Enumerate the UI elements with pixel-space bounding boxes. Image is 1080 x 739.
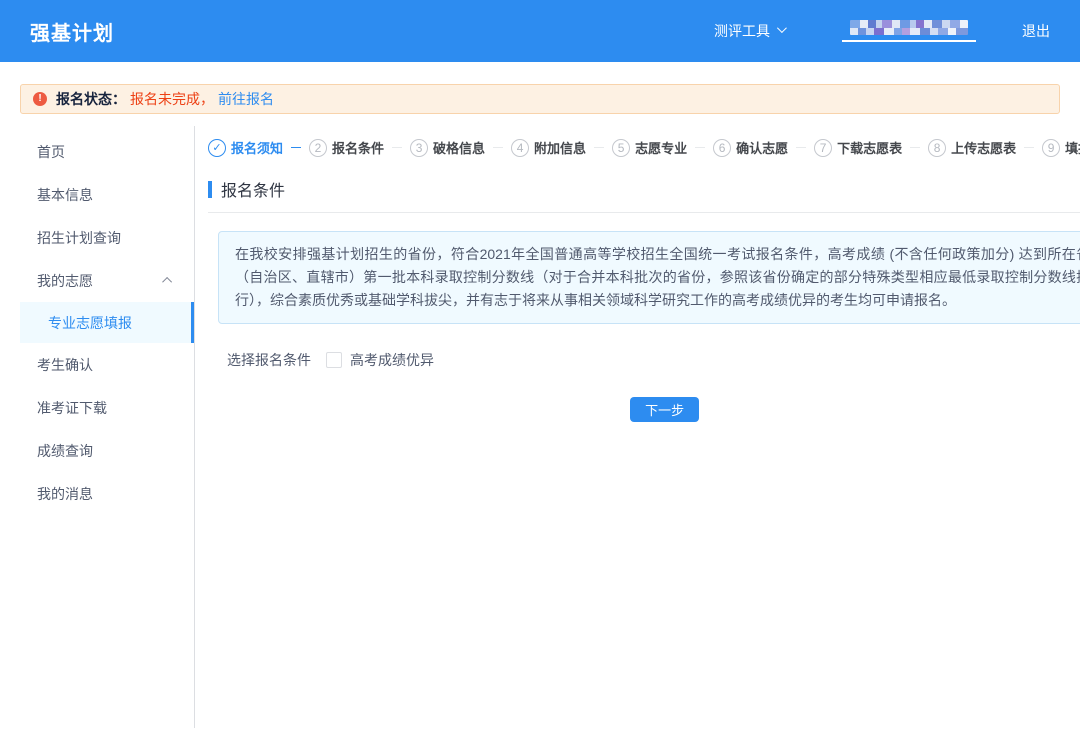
eligibility-notice: 在我校安排强基计划招生的省份，符合2021年全国普通高等学校招生全国统一考试报名… [218, 231, 1080, 324]
condition-select-row: 选择报名条件 高考成绩优异 [227, 350, 1080, 370]
sidebar-item-label: 首页 [37, 142, 65, 162]
alert-status-text: 报名未完成， [130, 89, 214, 109]
gaokao-excellent-label[interactable]: 高考成绩优异 [350, 350, 434, 370]
step-1-notice: ✓ 报名须知 [208, 138, 283, 157]
step-3-exception-info: 3 破格信息 [410, 138, 485, 157]
step-label: 报名须知 [231, 138, 283, 157]
step-number: 7 [814, 139, 832, 157]
sidebar-item-home[interactable]: 首页 [20, 130, 194, 173]
step-number: 8 [928, 139, 946, 157]
sidebar-item-label: 准考证下载 [37, 398, 107, 418]
step-number: 3 [410, 139, 428, 157]
step-2-conditions: 2 报名条件 [309, 138, 384, 157]
chevron-up-icon [162, 277, 172, 287]
step-connector [594, 147, 604, 148]
step-number: 6 [713, 139, 731, 157]
sidebar-item-basic-info[interactable]: 基本信息 [20, 173, 194, 216]
step-label: 志愿专业 [635, 138, 687, 157]
step-label: 确认志愿 [736, 138, 788, 157]
step-number: 9 [1042, 139, 1060, 157]
step-label: 上传志愿表 [951, 138, 1016, 157]
sidebar-item-label: 我的志愿 [37, 271, 93, 291]
step-check-icon: ✓ [208, 139, 226, 157]
chevron-down-icon [777, 23, 787, 33]
app-header: 强基计划 测评工具 退出 [0, 0, 1080, 62]
content-panel: ✓ 报名须知 2 报名条件 3 破格信息 4 附加信息 5 志愿专业 [195, 126, 1080, 728]
condition-select-label: 选择报名条件 [227, 350, 311, 370]
step-label: 报名条件 [332, 138, 384, 157]
step-connector [493, 147, 503, 148]
sidebar-item-label: 考生确认 [37, 355, 93, 375]
sidebar-item-label: 专业志愿填报 [48, 313, 132, 333]
title-accent-bar [208, 181, 212, 198]
tools-dropdown-label: 测评工具 [714, 21, 770, 41]
sidebar-item-admission-plan[interactable]: 招生计划查询 [20, 216, 194, 259]
step-4-additional-info: 4 附加信息 [511, 138, 586, 157]
app-title: 强基计划 [30, 17, 114, 46]
go-register-link[interactable]: 前往报名 [218, 89, 274, 109]
user-name-redacted [850, 20, 968, 35]
sidebar-item-score-query[interactable]: 成绩查询 [20, 429, 194, 472]
sidebar-nav: 首页 基本信息 招生计划查询 我的志愿 专业志愿填报 考生确认 准考证下载 成绩… [20, 126, 195, 728]
page-title: 报名条件 [221, 177, 285, 201]
step-connector [291, 147, 301, 148]
step-label: 下载志愿表 [837, 138, 902, 157]
button-row: 下一步 [208, 397, 1080, 422]
steps-indicator: ✓ 报名须知 2 报名条件 3 破格信息 4 附加信息 5 志愿专业 [208, 138, 1080, 157]
step-9-complete: 9 填报完成 [1042, 138, 1080, 157]
sidebar-item-my-messages[interactable]: 我的消息 [20, 472, 194, 515]
tools-dropdown[interactable]: 测评工具 [714, 21, 784, 41]
step-number: 5 [612, 139, 630, 157]
header-right-group: 测评工具 退出 [714, 20, 1050, 42]
sidebar-item-my-preferences[interactable]: 我的志愿 [20, 259, 194, 302]
next-step-button[interactable]: 下一步 [630, 397, 699, 422]
logout-button[interactable]: 退出 [1022, 21, 1050, 41]
alert-label: 报名状态： [56, 89, 126, 109]
step-label: 破格信息 [433, 138, 485, 157]
step-5-preference-major: 5 志愿专业 [612, 138, 687, 157]
main-layout: 首页 基本信息 招生计划查询 我的志愿 专业志愿填报 考生确认 准考证下载 成绩… [20, 126, 1060, 728]
sidebar-item-label: 成绩查询 [37, 441, 93, 461]
user-menu[interactable] [842, 20, 976, 42]
user-underline [842, 40, 976, 42]
sidebar-item-major-preference-filling[interactable]: 专业志愿填报 [20, 302, 194, 343]
step-connector [910, 147, 920, 148]
sidebar-item-label: 招生计划查询 [37, 228, 121, 248]
section-title: 报名条件 [208, 177, 1080, 201]
sidebar-item-ticket-download[interactable]: 准考证下载 [20, 386, 194, 429]
gaokao-excellent-checkbox[interactable] [326, 352, 342, 368]
sidebar-item-candidate-confirm[interactable]: 考生确认 [20, 343, 194, 386]
step-number: 4 [511, 139, 529, 157]
sidebar-item-label: 我的消息 [37, 484, 93, 504]
registration-status-alert: ! 报名状态： 报名未完成， 前往报名 [20, 84, 1060, 114]
step-connector [796, 147, 806, 148]
warning-icon: ! [33, 92, 47, 106]
step-7-download-form: 7 下载志愿表 [814, 138, 902, 157]
step-label: 填报完成 [1065, 138, 1080, 157]
step-connector [392, 147, 402, 148]
step-label: 附加信息 [534, 138, 586, 157]
step-6-confirm-preference: 6 确认志愿 [713, 138, 788, 157]
sidebar-item-label: 基本信息 [37, 185, 93, 205]
step-connector [695, 147, 705, 148]
step-8-upload-form: 8 上传志愿表 [928, 138, 1016, 157]
step-number: 2 [309, 139, 327, 157]
title-divider [208, 212, 1080, 213]
step-connector [1024, 147, 1034, 148]
